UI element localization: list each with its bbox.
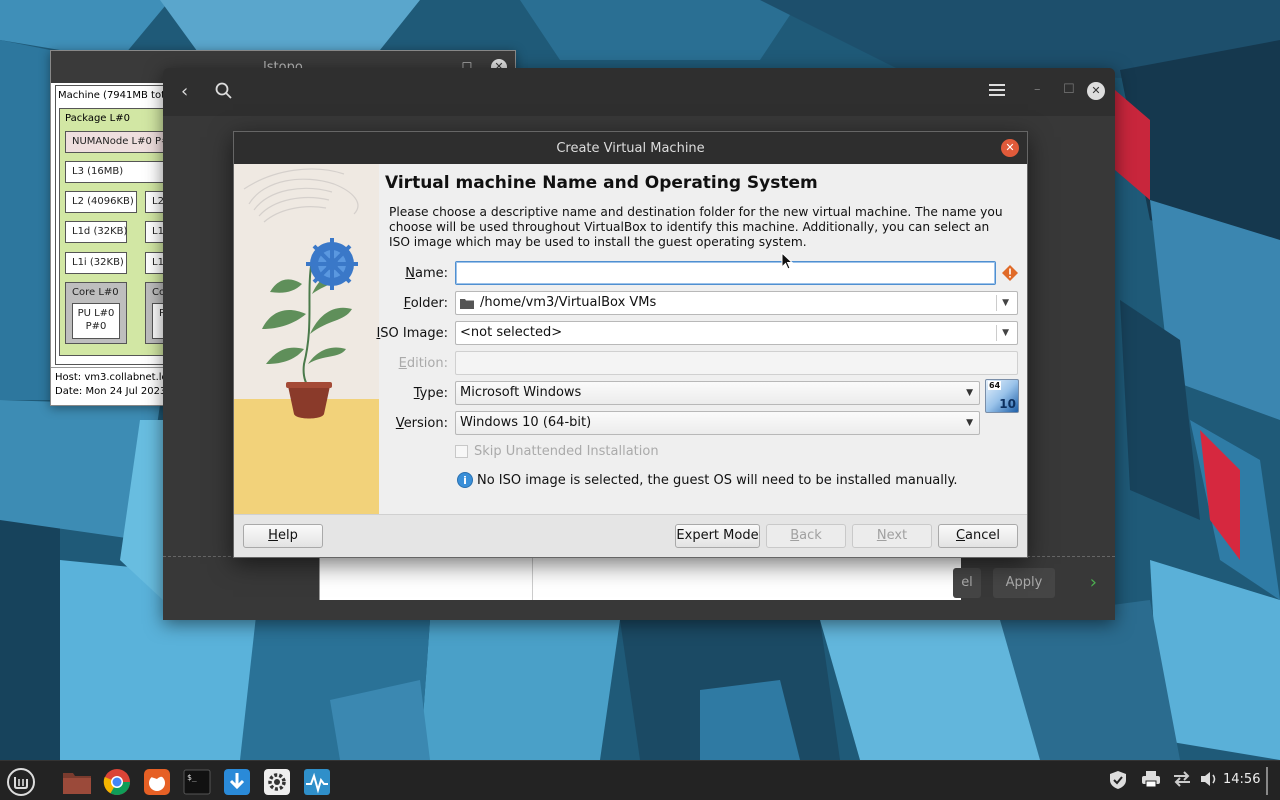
version-value: Windows 10 (64-bit) — [460, 415, 592, 430]
info-message: No ISO image is selected, the guest OS w… — [477, 472, 958, 488]
iso-dropdown-separator — [996, 325, 997, 341]
dialog-titlebar[interactable]: Create Virtual Machine ✕ — [234, 132, 1027, 164]
terminal-icon[interactable]: $_ — [180, 765, 214, 799]
mouse-pointer-icon — [781, 252, 793, 270]
volume-icon[interactable] — [1199, 770, 1219, 792]
type-value: Microsoft Windows — [460, 385, 582, 400]
back-arrow-icon[interactable]: ‹ — [181, 82, 188, 102]
folder-icon — [460, 299, 474, 309]
version-label: Version: — [395, 416, 448, 431]
l3-label: L3 (16MB) — [72, 166, 124, 177]
numa-label: NUMANode L#0 P#0 — [72, 136, 176, 147]
info-icon: i — [457, 472, 473, 488]
svg-text:$_: $_ — [187, 773, 197, 782]
chrome-icon[interactable] — [100, 765, 134, 799]
skip-unattended-checkbox — [455, 445, 468, 458]
pu-label: PU L#0 — [77, 308, 115, 319]
windows-10-64bit-os-icon: 64 10 — [985, 379, 1019, 413]
mint-menu-icon[interactable] — [4, 765, 38, 799]
files-icon[interactable] — [60, 765, 94, 799]
folder-value: /home/vm3/VirtualBox VMs — [480, 295, 657, 310]
expert-mode-button[interactable]: Expert Mode — [675, 524, 760, 548]
maximize-icon[interactable]: ☐ — [1063, 82, 1075, 97]
os-badge-64: 64 — [988, 381, 1002, 390]
help-button[interactable]: Help — [243, 524, 323, 548]
page-title: Virtual machine Name and Operating Syste… — [385, 173, 818, 193]
machine-label: Machine (7941MB total) — [58, 90, 178, 101]
l1i-cache-box: L1i (32KB) — [65, 252, 127, 274]
pu-index-label: P#0 — [85, 321, 107, 332]
version-select[interactable]: Windows 10 (64-bit) ▼ — [455, 411, 980, 435]
package-label: Package L#0 — [65, 113, 130, 124]
create-vm-dialog[interactable]: Create Virtual Machine ✕ Virtual machine… — [233, 131, 1028, 558]
dialog-footer: Help Expert Mode Back Next Cancel — [234, 514, 1027, 557]
dialog-title: Create Virtual Machine — [556, 140, 705, 156]
iso-image-select[interactable]: <not selected> ▼ — [455, 321, 1018, 345]
back-button[interactable]: Back — [766, 524, 846, 548]
firefox-icon[interactable] — [140, 765, 174, 799]
l1d-cache-box: L1d (32KB) — [65, 221, 127, 243]
minimize-icon[interactable]: – — [1034, 82, 1041, 97]
skip-unattended-checkbox-row: Skip Unattended Installation — [455, 444, 659, 459]
info-message-row: i No ISO image is selected, the guest OS… — [457, 472, 957, 488]
apply-button[interactable]: Apply — [993, 568, 1055, 598]
hamburger-menu-icon[interactable] — [989, 82, 1007, 103]
name-input[interactable] — [455, 261, 996, 285]
iso-value: <not selected> — [460, 325, 563, 340]
close-icon[interactable]: ✕ — [1001, 139, 1019, 157]
edition-select — [455, 351, 1018, 375]
printer-icon[interactable] — [1141, 770, 1161, 792]
core-box: Core L#0 PU L#0 P#0 — [65, 282, 127, 344]
warning-icon — [1002, 265, 1018, 281]
show-desktop-button[interactable] — [1266, 767, 1268, 795]
cancel-button[interactable]: Cancel — [938, 524, 1018, 548]
close-icon[interactable]: ✕ — [1087, 82, 1105, 100]
chevron-down-icon[interactable]: ▼ — [1002, 292, 1009, 314]
clock[interactable]: 14:56 — [1223, 772, 1260, 787]
system-monitor-icon[interactable] — [300, 765, 334, 799]
shield-icon[interactable] — [1109, 770, 1127, 794]
l2-cache-box: L2 (4096KB) — [65, 191, 137, 213]
pu-box: PU L#0 P#0 — [72, 303, 120, 339]
folder-label: Folder: — [403, 296, 448, 311]
cancel-button-partial[interactable]: el — [953, 568, 981, 598]
l2-label: L2 (4096KB) — [72, 196, 134, 207]
l1d-label: L1d (32KB) — [72, 226, 128, 237]
settings-icon[interactable] — [260, 765, 294, 799]
description-text: Please choose a descriptive name and des… — [389, 205, 1003, 249]
dialog-content: Virtual machine Name and Operating Syste… — [376, 164, 1026, 516]
network-icon[interactable] — [1172, 770, 1192, 792]
taskbar: $_ 14:56 — [0, 760, 1280, 800]
vbox-details-area — [319, 558, 961, 600]
details-divider — [532, 558, 533, 600]
iso-label: ISO Image: — [376, 326, 448, 341]
virtualbox-download-icon[interactable] — [220, 765, 254, 799]
next-button[interactable]: Next — [852, 524, 932, 548]
name-label: Name: — [405, 266, 448, 281]
edition-label: Edition: — [398, 356, 448, 371]
vbox-headerbar[interactable]: ‹ – ☐ ✕ — [163, 68, 1115, 116]
skip-unattended-label: Skip Unattended Installation — [474, 444, 659, 459]
os-badge-10: 10 — [999, 397, 1016, 411]
plant-illustration — [234, 164, 379, 516]
chevron-down-icon[interactable]: ▼ — [966, 382, 973, 404]
next-arrow-icon[interactable]: › — [1090, 572, 1097, 593]
chevron-down-icon[interactable]: ▼ — [1002, 322, 1009, 344]
search-icon[interactable] — [215, 82, 233, 105]
folder-dropdown-separator — [996, 295, 997, 311]
l1i-label: L1i (32KB) — [72, 257, 124, 268]
folder-select[interactable]: /home/vm3/VirtualBox VMs ▼ — [455, 291, 1018, 315]
chevron-down-icon[interactable]: ▼ — [966, 412, 973, 434]
core-label: Core L#0 — [72, 287, 119, 298]
type-label: Type: — [413, 386, 448, 401]
type-select[interactable]: Microsoft Windows ▼ — [455, 381, 980, 405]
